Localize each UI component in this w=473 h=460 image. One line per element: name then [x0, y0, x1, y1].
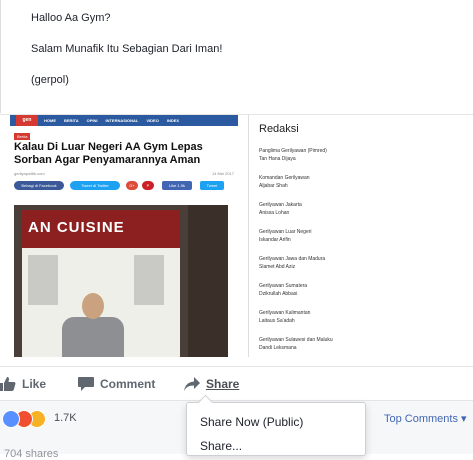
comment-label: Comment [100, 377, 156, 391]
post-line-1: Halloo Aa Gym? [31, 12, 111, 24]
share-gplus: G+ [126, 181, 138, 190]
like-button[interactable]: Like [0, 377, 46, 391]
nav-item: INDEX [166, 118, 180, 123]
photo-sign-text: AN CUISINE [28, 219, 125, 236]
redaksi-entry: Gerilyawan Sulawesi dan Maluku Dandi Leks… [259, 336, 469, 352]
nav-item: BERITA [64, 118, 79, 123]
reaction-count[interactable]: 1.7K [54, 412, 77, 424]
post-line-3: (gerpol) [31, 74, 69, 86]
comment-button[interactable]: Comment [78, 377, 155, 391]
redaksi-entry: Gerilyawan Kalimantan Laitaus Sa'adah [259, 309, 469, 325]
nav-item: OPINI [86, 118, 98, 123]
redaksi-role: Gerilyawan Sulawesi dan Maluku [259, 337, 333, 343]
like-icon[interactable] [2, 410, 20, 428]
redaksi-role: Panglima Gerilyawan (Pimred) [259, 148, 327, 154]
redaksi-person: Dzikrullah Abbasi [259, 291, 298, 297]
photo-person-head [82, 293, 104, 319]
top-comments-sort[interactable]: Top Comments ▾ [384, 412, 467, 425]
article-photo: AN CUISINE [14, 205, 228, 357]
redaksi-person: Dandi Leksmana [259, 345, 297, 351]
comment-icon [78, 377, 94, 391]
site-nav: gen HOME BERITA OPINI INTERNASIONAL VIDE… [10, 115, 238, 126]
redaksi-entry: Gerilyawan Sumatera Dzikrullah Abbasi [259, 282, 469, 298]
photo-window [134, 255, 164, 305]
redaksi-entry: Gerilyawan Jawa dan Madura Slamet Abd Azi… [259, 255, 469, 271]
photo-dark-area [188, 205, 228, 357]
post-line-2: Salam Munafik Itu Sebagian Dari Iman! [31, 43, 223, 55]
redaksi-title: Redaksi [259, 123, 299, 135]
redaksi-entry: Gerilyawan Jakarta Anissa Lohan [259, 201, 469, 217]
share-twitter: Tweet di Twitter [70, 181, 120, 190]
byline: gerilyapolitik.com [14, 171, 45, 176]
article-preview: gen HOME BERITA OPINI INTERNASIONAL VIDE… [10, 115, 238, 357]
redaksi-entry: Panglima Gerilyawan (Pimred) Tan Hana Dij… [259, 147, 469, 163]
redaksi-person: Iskandar Arifin [259, 237, 291, 243]
like-label: Like [22, 377, 47, 391]
share-label: Share [206, 377, 240, 391]
photo-window [28, 255, 58, 305]
thumbs-up-icon [0, 377, 16, 391]
share-arrow-icon [184, 377, 200, 391]
shared-image[interactable]: gen HOME BERITA OPINI INTERNASIONAL VIDE… [0, 114, 473, 357]
redaksi-person: Slamet Abd Aziz [259, 264, 296, 270]
tweet-widget: Tweet [200, 181, 224, 190]
site-logo: gen [16, 115, 38, 126]
article-date: 14 Mei 2017 [211, 171, 234, 176]
redaksi-role: Komandan Gerilyawan [259, 175, 310, 181]
share-facebook: Bebagi di Facebook [14, 181, 64, 190]
post-action-bar: Like Comment Share [0, 366, 473, 401]
redaksi-person: Anissa Lohan [259, 210, 290, 216]
photo-person-body [62, 317, 124, 357]
post-text: Halloo Aa Gym? Salam Munafik Itu Sebagia… [0, 0, 473, 113]
fb-like-widget: Like 1.9k [162, 181, 192, 190]
category-badge: Berita [14, 133, 31, 140]
redaksi-person: Tan Hana Dijaya [259, 156, 296, 162]
redaksi-entry: Gerilyawan Luar Negeri Iskandar Arifin [259, 228, 469, 244]
share-menu: Share Now (Public) Share... [186, 394, 366, 456]
article-headline: Kalau Di Luar Negeri AA Gym Lepas Sorban… [14, 141, 203, 166]
redaksi-role: Gerilyawan Luar Negeri [259, 229, 312, 235]
redaksi-person: Aljabar Shah [259, 183, 288, 189]
redaksi-role: Gerilyawan Jawa dan Madura [259, 256, 326, 262]
shares-count[interactable]: 704 shares [4, 448, 58, 460]
redaksi-entry: Komandan Gerilyawan Aljabar Shah [259, 174, 469, 190]
article-meta: gerilyapolitik.com 14 Mei 2017 [14, 171, 234, 176]
share-now-public-item[interactable]: Share Now (Public) [200, 415, 303, 429]
article-share-buttons: Bebagi di Facebook Tweet di Twitter G+ P… [14, 181, 234, 191]
nav-item: HOME [44, 118, 56, 123]
redaksi-role: Gerilyawan Kalimantan [259, 310, 311, 316]
redaksi-role: Gerilyawan Sumatera [259, 283, 308, 289]
nav-item: VIDEO [146, 118, 159, 123]
redaksi-panel: Redaksi Panglima Gerilyawan (Pimred) Tan … [248, 115, 473, 357]
share-button[interactable]: Share [184, 377, 239, 391]
share-ellipsis-item[interactable]: Share... [200, 439, 242, 453]
redaksi-role: Gerilyawan Jakarta [259, 202, 302, 208]
redaksi-person: Laitaus Sa'adah [259, 318, 295, 324]
nav-item: INTERNASIONAL [105, 118, 139, 123]
share-pinterest: P [142, 181, 154, 190]
